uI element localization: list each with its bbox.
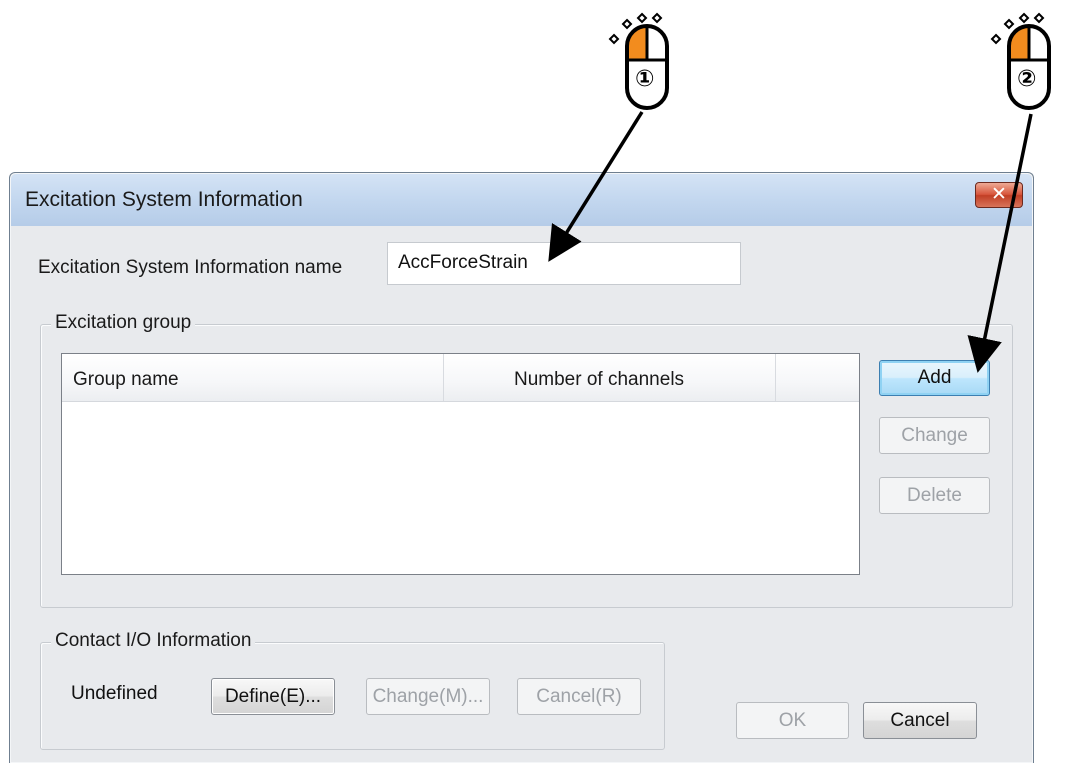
arrow-to-name-input <box>548 111 644 262</box>
arrow-to-add-button <box>967 113 1033 373</box>
annotation-arrows <box>548 111 1033 373</box>
